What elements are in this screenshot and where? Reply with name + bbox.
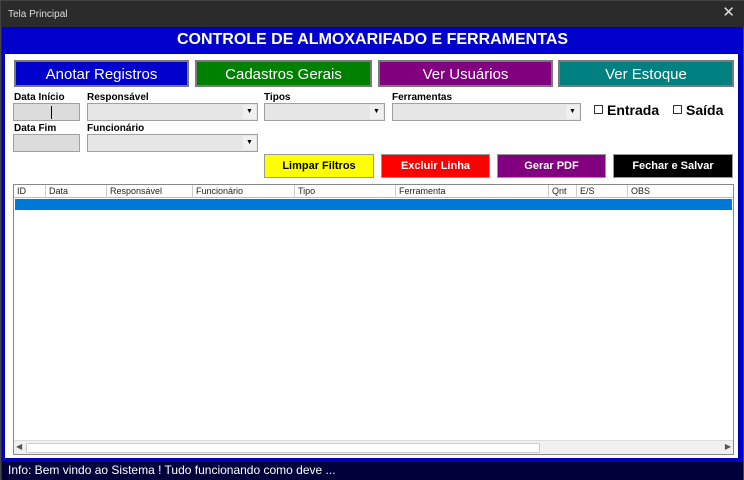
window-title: Tela Principal <box>8 9 68 20</box>
data-fim-field[interactable] <box>13 134 80 152</box>
ver-usuarios-button[interactable]: Ver Usuários <box>378 60 553 87</box>
main-window: Tela Principal ✕ CONTROLE DE ALMOXARIFAD… <box>0 0 744 480</box>
chevron-down-icon[interactable]: ▼ <box>243 105 256 119</box>
responsavel-label: Responsável <box>87 92 149 103</box>
scroll-right-icon[interactable]: ▶ <box>725 442 731 451</box>
saida-checkbox[interactable]: Saída <box>673 102 723 118</box>
checkbox-icon[interactable] <box>673 105 682 114</box>
tipos-combo[interactable]: ▼ <box>264 103 385 121</box>
limpar-filtros-button[interactable]: Limpar Filtros <box>264 154 374 178</box>
responsavel-combo[interactable]: ▼ <box>87 103 258 121</box>
table-header: ID Data Responsável Funcionário Tipo Fer… <box>14 185 733 198</box>
fechar-salvar-button[interactable]: Fechar e Salvar <box>613 154 733 178</box>
funcionario-combo[interactable]: ▼ <box>87 134 258 152</box>
data-inicio-label: Data Início <box>14 92 65 103</box>
column-header-es[interactable]: E/S <box>577 185 628 198</box>
entrada-checkbox[interactable]: Entrada <box>594 102 659 118</box>
gerar-pdf-button[interactable]: Gerar PDF <box>497 154 606 178</box>
page-title: CONTROLE DE ALMOXARIFADO E FERRAMENTAS <box>176 31 569 48</box>
column-header-data[interactable]: Data <box>46 185 107 198</box>
scrollbar-thumb[interactable] <box>26 443 540 453</box>
saida-label: Saída <box>686 102 724 118</box>
column-header-id[interactable]: ID <box>14 185 46 198</box>
content-panel: Anotar Registros Cadastros Gerais Ver Us… <box>4 53 739 459</box>
chevron-down-icon[interactable]: ▼ <box>566 105 579 119</box>
chevron-down-icon[interactable]: ▼ <box>243 136 256 150</box>
data-fim-label: Data Fim <box>14 123 57 134</box>
checkbox-icon[interactable] <box>594 105 603 114</box>
column-header-funcionario[interactable]: Funcionário <box>193 185 295 198</box>
close-icon[interactable]: ✕ <box>722 5 735 21</box>
entrada-label: Entrada <box>607 102 660 118</box>
records-table[interactable]: ID Data Responsável Funcionário Tipo Fer… <box>13 184 734 455</box>
scroll-left-icon[interactable]: ◀ <box>16 442 22 451</box>
column-header-qnt[interactable]: Qnt <box>549 185 577 198</box>
title-bar: Tela Principal ✕ <box>1 1 744 27</box>
data-inicio-field[interactable] <box>13 103 80 121</box>
text-caret <box>51 106 52 119</box>
column-header-ferramenta[interactable]: Ferramenta <box>396 185 549 198</box>
column-header-obs[interactable]: OBS <box>628 185 733 198</box>
ferramentas-label: Ferramentas <box>392 92 453 103</box>
anotar-registros-button[interactable]: Anotar Registros <box>14 60 189 87</box>
funcionario-label: Funcionário <box>87 123 145 134</box>
horizontal-scrollbar[interactable]: ◀ ▶ <box>14 440 733 454</box>
cadastros-gerais-button[interactable]: Cadastros Gerais <box>195 60 372 87</box>
status-bar: Info: Bem vindo ao Sistema ! Tudo funcio… <box>2 461 743 480</box>
ferramentas-combo[interactable]: ▼ <box>392 103 581 121</box>
column-header-responsavel[interactable]: Responsável <box>107 185 193 198</box>
selected-table-row[interactable] <box>15 199 732 210</box>
excluir-linha-button[interactable]: Excluir Linha <box>381 154 490 178</box>
ver-estoque-button[interactable]: Ver Estoque <box>558 60 734 87</box>
chevron-down-icon[interactable]: ▼ <box>370 105 383 119</box>
tipos-label: Tipos <box>264 92 291 103</box>
client-area: CONTROLE DE ALMOXARIFADO E FERRAMENTAS A… <box>2 27 743 480</box>
column-header-tipo[interactable]: Tipo <box>295 185 396 198</box>
